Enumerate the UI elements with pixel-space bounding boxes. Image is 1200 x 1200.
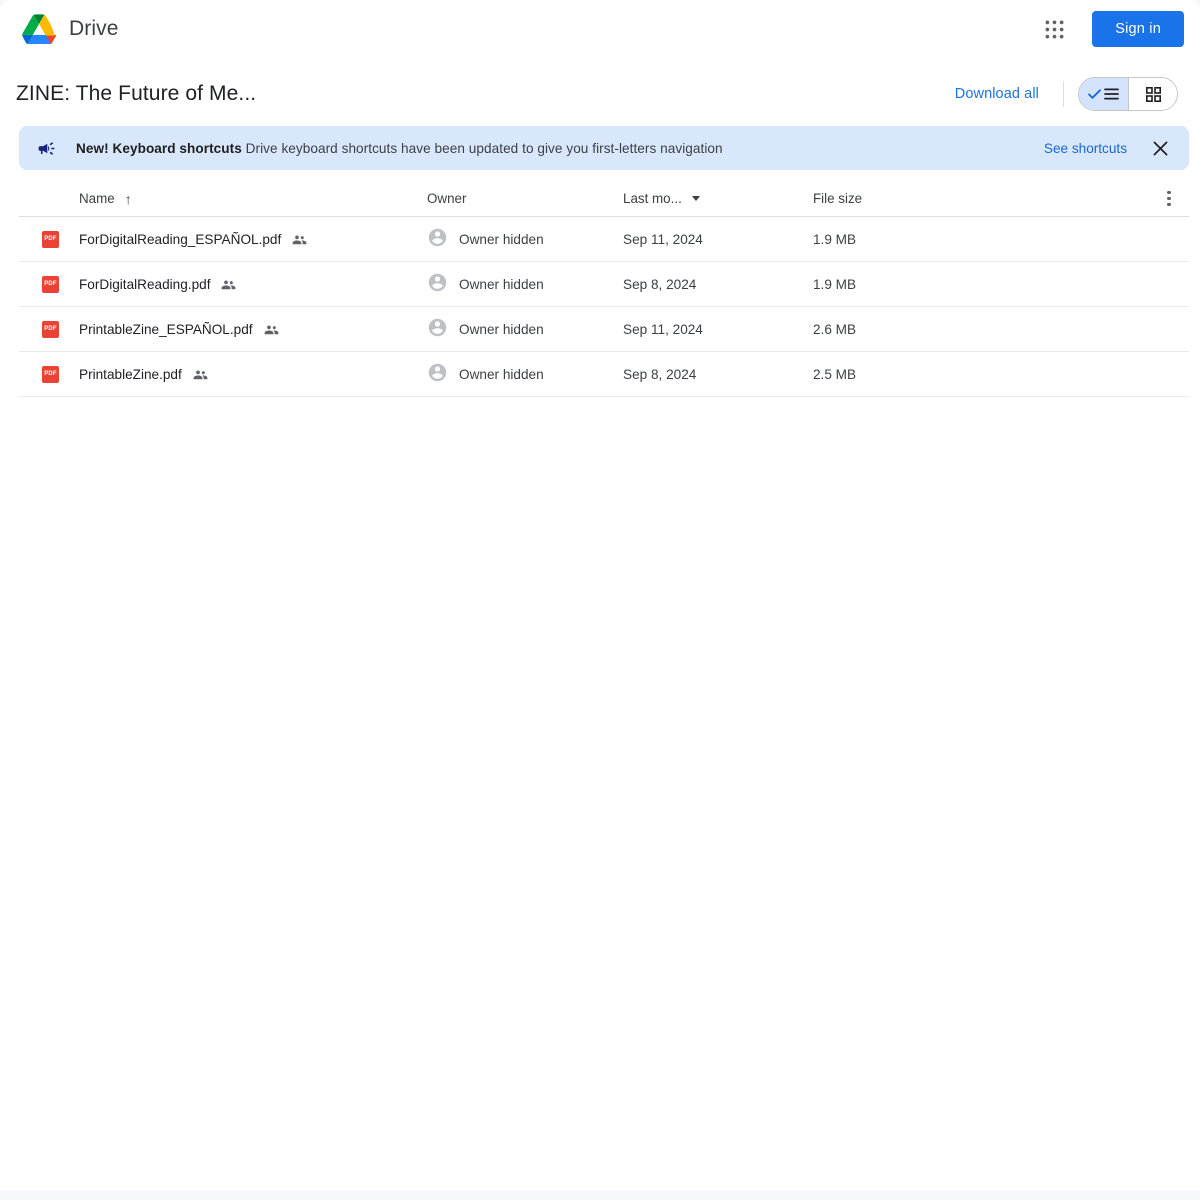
close-glyph — [1153, 141, 1167, 155]
file-size-cell: 1.9 MB — [813, 276, 857, 292]
column-header-menu — [1149, 191, 1189, 206]
list-view-icon — [1104, 88, 1119, 100]
modified-cell: Sep 8, 2024 — [623, 366, 697, 382]
file-name-label: ForDigitalReading_ESPAÑOL.pdf — [79, 231, 282, 247]
keyboard-shortcuts-banner: New! Keyboard shortcuts Drive keyboard s… — [19, 126, 1189, 170]
shared-people-icon — [292, 234, 307, 245]
folder-title-row: ZINE: The Future of Me... Download all — [0, 68, 1200, 120]
top-bar-actions: Sign in — [1034, 9, 1184, 49]
banner-body: Drive keyboard shortcuts have been updat… — [245, 140, 723, 156]
drive-folder-page: Drive Sign in ZINE: The Future of Me... … — [0, 0, 1200, 1200]
avatar-glyph — [428, 318, 447, 337]
file-name-label: PrintableZine_ESPAÑOL.pdf — [79, 321, 253, 337]
banner-headline: New! Keyboard shortcuts — [76, 140, 242, 156]
modified-cell: Sep 8, 2024 — [623, 276, 697, 292]
check-icon — [1088, 88, 1101, 99]
file-name-cell: PDF PrintableZine.pdf — [42, 365, 427, 383]
owner-label: Owner hidden — [459, 276, 544, 292]
table-row[interactable]: PDF PrintableZine_ESPAÑOL.pdf Owner hidd… — [19, 307, 1189, 352]
see-shortcuts-button[interactable]: See shortcuts — [1036, 135, 1135, 162]
table-row[interactable]: PDF ForDigitalReading_ESPAÑOL.pdf Owner … — [19, 217, 1189, 262]
apps-grid-icon[interactable] — [1034, 9, 1074, 49]
sign-in-button[interactable]: Sign in — [1092, 11, 1184, 47]
pdf-file-icon: PDF — [42, 365, 59, 383]
column-header-name[interactable]: Name ↑ — [79, 191, 427, 206]
page-footer-strip — [0, 1190, 1200, 1200]
account-circle-icon — [427, 362, 448, 386]
owner-cell: Owner hidden — [427, 317, 623, 341]
close-icon[interactable] — [1145, 133, 1175, 163]
file-name-label: PrintableZine.pdf — [79, 366, 182, 382]
file-name-label: ForDigitalReading.pdf — [79, 276, 211, 292]
apps-grid-glyph — [1045, 20, 1064, 38]
avatar-glyph — [428, 228, 447, 247]
column-header-owner[interactable]: Owner — [427, 191, 623, 206]
file-size-cell: 2.6 MB — [813, 321, 857, 337]
avatar-glyph — [428, 363, 447, 382]
grid-view-icon — [1145, 86, 1161, 102]
banner-message: New! Keyboard shortcuts Drive keyboard s… — [76, 141, 723, 156]
more-vertical-icon[interactable] — [1167, 191, 1171, 206]
download-all-button[interactable]: Download all — [941, 78, 1053, 110]
google-drive-logo-icon — [22, 14, 56, 44]
shared-people-icon — [193, 369, 208, 380]
banner-actions: See shortcuts — [1036, 133, 1175, 163]
campaign-megaphone-icon — [37, 139, 56, 158]
owner-label: Owner hidden — [459, 321, 544, 337]
pdf-file-icon: PDF — [42, 320, 59, 338]
dot — [1167, 191, 1171, 195]
account-circle-icon — [427, 317, 448, 341]
table-body: PDF ForDigitalReading_ESPAÑOL.pdf Owner … — [19, 217, 1189, 397]
shared-people-glyph — [222, 279, 236, 289]
dot — [1167, 196, 1171, 201]
owner-label: Owner hidden — [459, 231, 544, 247]
pdf-file-icon: PDF — [42, 230, 59, 248]
owner-cell: Owner hidden — [427, 272, 623, 296]
file-size-cell: 1.9 MB — [813, 231, 857, 247]
avatar-glyph — [428, 273, 447, 292]
dot — [1167, 202, 1171, 206]
file-name-cell: PDF PrintableZine_ESPAÑOL.pdf — [42, 320, 427, 338]
brand[interactable]: Drive — [22, 14, 119, 44]
column-label-owner: Owner — [427, 191, 467, 206]
file-name-cell: PDF ForDigitalReading.pdf — [42, 275, 427, 293]
table-row[interactable]: PDF ForDigitalReading.pdf Owner hidden S… — [19, 262, 1189, 307]
shared-people-glyph — [292, 234, 307, 244]
campaign-glyph — [38, 141, 55, 155]
shared-people-icon — [221, 279, 236, 290]
file-list-table: Name ↑ Owner Last mo... File size PDF Fo… — [19, 181, 1189, 397]
brand-name: Drive — [69, 17, 119, 40]
column-header-size[interactable]: File size — [813, 191, 1149, 206]
arrow-up-icon: ↑ — [124, 190, 132, 207]
shared-people-glyph — [193, 369, 208, 379]
shared-people-icon — [264, 324, 279, 335]
owner-cell: Owner hidden — [427, 227, 623, 251]
list-view-button[interactable] — [1079, 78, 1128, 110]
folder-actions: Download all — [941, 77, 1178, 111]
owner-cell: Owner hidden — [427, 362, 623, 386]
account-circle-icon — [427, 227, 448, 251]
table-header-row: Name ↑ Owner Last mo... File size — [19, 181, 1189, 217]
column-label-size: File size — [813, 191, 863, 206]
table-row[interactable]: PDF PrintableZine.pdf Owner hidden Sep 8… — [19, 352, 1189, 397]
column-label-modified: Last mo... — [623, 191, 682, 206]
chevron-down-icon — [691, 196, 700, 201]
account-circle-icon — [427, 272, 448, 296]
grid-view-button[interactable] — [1128, 78, 1177, 110]
modified-cell: Sep 11, 2024 — [623, 321, 703, 337]
shared-people-glyph — [264, 324, 278, 334]
page-title: ZINE: The Future of Me... — [16, 82, 257, 105]
file-name-cell: PDF ForDigitalReading_ESPAÑOL.pdf — [42, 230, 427, 248]
top-bar: Drive Sign in — [0, 0, 1200, 58]
column-header-modified[interactable]: Last mo... — [623, 191, 813, 206]
pdf-file-icon: PDF — [42, 275, 59, 293]
file-size-cell: 2.5 MB — [813, 366, 857, 382]
view-toggle — [1078, 77, 1178, 111]
column-label-name: Name — [79, 191, 115, 206]
owner-label: Owner hidden — [459, 366, 544, 382]
modified-cell: Sep 11, 2024 — [623, 231, 703, 247]
divider — [1063, 81, 1064, 107]
